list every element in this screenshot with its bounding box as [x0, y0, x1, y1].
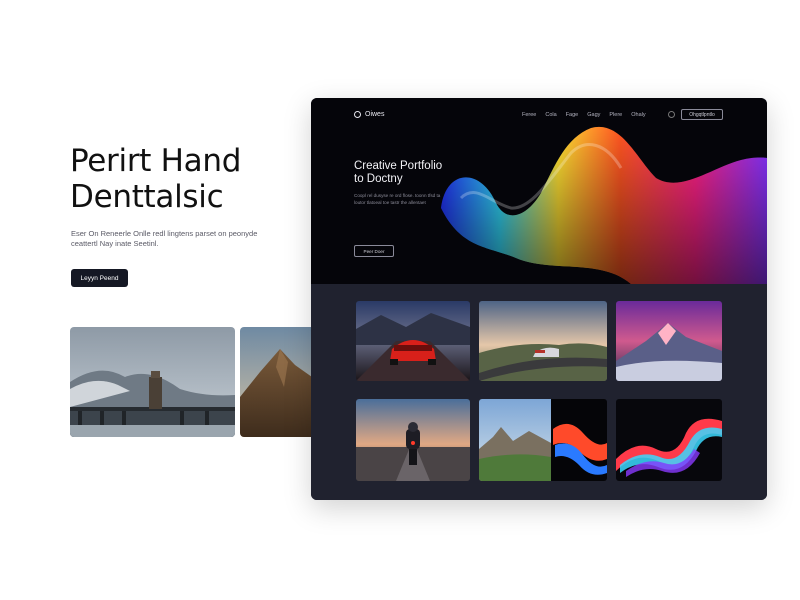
hero-cta-button[interactable]: Leyyn Peend: [71, 269, 128, 287]
mockup-navbar: Oiwes Feree Cola Fage Gagy Plere Ohaly O…: [311, 98, 767, 134]
mockup-nav-item[interactable]: Ohaly: [631, 112, 645, 118]
mockup-hero-title: Creative Portfolio to Doctny: [354, 160, 494, 186]
red-sports-car-photo[interactable]: [356, 301, 470, 381]
mockup-title-line-2: to Doctny: [354, 173, 403, 185]
car-on-road-photo[interactable]: [479, 301, 607, 381]
search-icon[interactable]: [668, 111, 675, 118]
mockup-nav-item[interactable]: Plere: [609, 112, 622, 118]
mockup-nav-item[interactable]: Cola: [545, 112, 556, 118]
mockup-gallery-grid: [311, 284, 767, 500]
mockup-nav-item[interactable]: Fage: [566, 112, 579, 118]
hero-title-line-2: Denttalsic: [70, 179, 224, 215]
logo-ring-icon: [354, 111, 361, 118]
mockup-nav-item[interactable]: Feree: [522, 112, 536, 118]
mockup-logo[interactable]: Oiwes: [354, 111, 384, 118]
mockup-hero: Oiwes Feree Cola Fage Gagy Plere Ohaly O…: [311, 98, 767, 284]
mockup-nav-item[interactable]: Gagy: [587, 112, 600, 118]
mockup-hero-button[interactable]: Peer Doer: [354, 245, 394, 257]
mockup-nav-cta-button[interactable]: Ohgqtlpntlo: [681, 109, 723, 120]
neon-light-wave-photo[interactable]: [616, 399, 722, 481]
mockup-title-line-1: Creative Portfolio: [354, 160, 443, 172]
mockup-hero-description: Coopl rel dusyse re ord flose. toonn tfs…: [354, 193, 441, 205]
motorcycle-sunset-photo[interactable]: [356, 399, 470, 481]
mountain-and-light-wave-photo[interactable]: [479, 399, 607, 481]
mockup-nav-menu: Feree Cola Fage Gagy Plere Ohaly: [522, 112, 646, 118]
pink-mountain-photo[interactable]: [616, 301, 722, 381]
mountain-peak-photo: [240, 327, 312, 437]
hero-title-line-1: Perirt Hand: [70, 143, 242, 179]
mockup-logo-text: Oiwes: [365, 111, 385, 118]
hero-description: Eser On Reneerle Onlle redl lingtens par…: [71, 229, 258, 248]
hero-title: Perirt Hand Denttalsic: [70, 143, 310, 215]
portfolio-mockup-window: Oiwes Feree Cola Fage Gagy Plere Ohaly O…: [311, 98, 767, 500]
mountain-bridge-tower-photo: [70, 327, 235, 437]
